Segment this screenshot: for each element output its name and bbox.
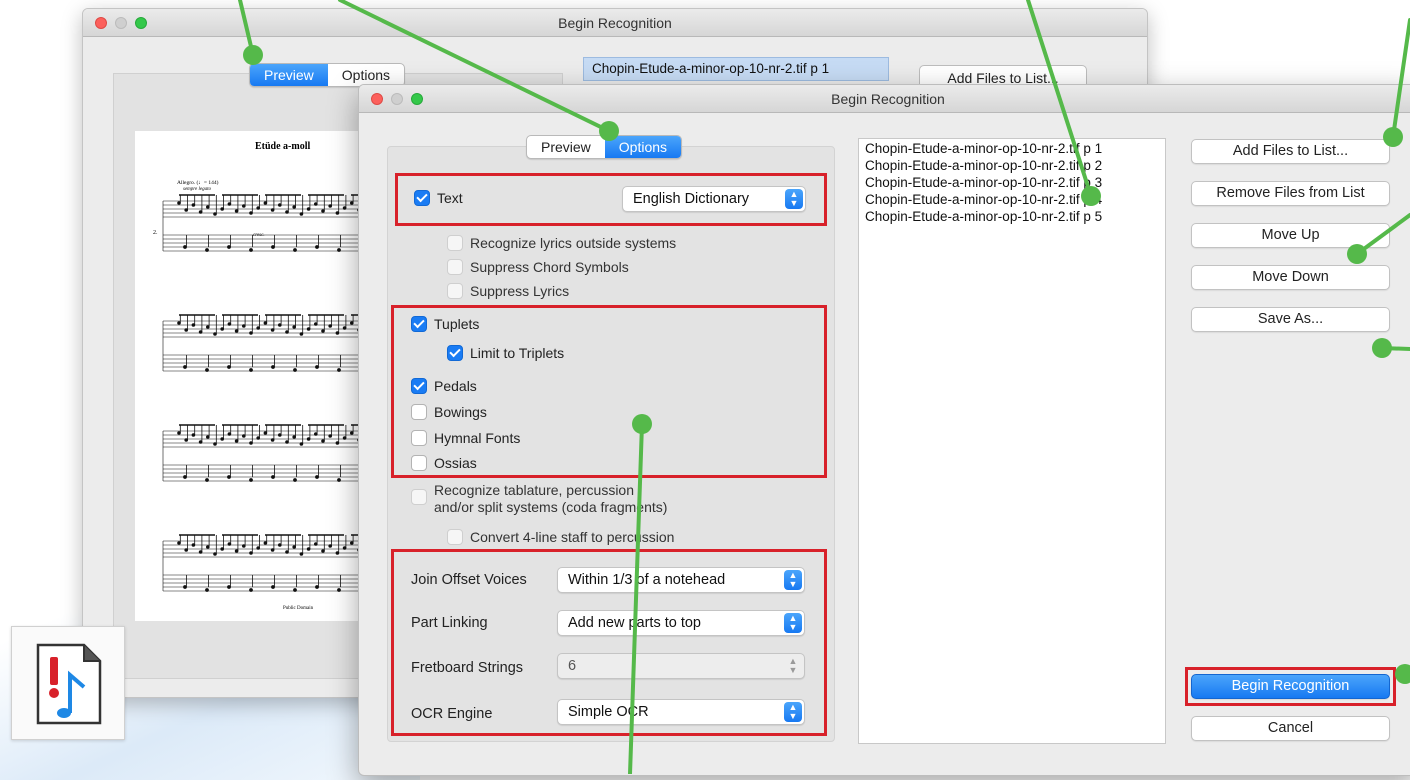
chevron-updown-icon: ▲ ▼ [788, 656, 798, 675]
cancel-button[interactable]: Cancel [1191, 716, 1390, 741]
checkbox-icon[interactable] [447, 529, 463, 545]
checkbox-icon[interactable] [411, 489, 427, 505]
front-window: Begin Recognition Preview Options Text E… [358, 84, 1410, 776]
suppress-chord-symbols-checkbox[interactable]: Suppress Chord Symbols [447, 259, 629, 275]
checkbox-icon[interactable] [411, 430, 427, 446]
checkbox-icon[interactable] [447, 345, 463, 361]
front-traffic-lights [371, 93, 423, 105]
front-tab-control: Preview Options [526, 135, 683, 159]
tuplets-checkbox[interactable]: Tuplets [411, 316, 479, 332]
minimize-icon[interactable] [391, 93, 403, 105]
suppress-chord-symbols-label: Suppress Chord Symbols [470, 259, 629, 275]
zoom-icon[interactable] [135, 17, 147, 29]
recognize-lyrics-checkbox[interactable]: Recognize lyrics outside systems [447, 235, 676, 251]
checkbox-icon[interactable] [414, 190, 430, 206]
checkbox-icon[interactable] [411, 455, 427, 471]
minimize-icon[interactable] [115, 17, 127, 29]
text-checkbox[interactable]: Text [414, 190, 463, 206]
list-item[interactable]: Chopin-Etude-a-minor-op-10-nr-2.tif p 4 [859, 191, 1165, 208]
convert-staff-label: Convert 4-line staff to percussion [470, 529, 675, 545]
hymnal-fonts-checkbox[interactable]: Hymnal Fonts [411, 430, 520, 446]
bowings-checkbox[interactable]: Bowings [411, 404, 487, 420]
move-down-button[interactable]: Move Down [1191, 265, 1390, 290]
join-offset-voices-select[interactable]: Within 1/3 of a notehead ▲ ▼ [557, 567, 805, 593]
move-up-button[interactable]: Move Up [1191, 223, 1390, 248]
hymnal-fonts-label: Hymnal Fonts [434, 430, 521, 446]
text-label: Text [437, 190, 463, 206]
score-title: Etüde a-moll [255, 141, 311, 152]
part-linking-value: Add new parts to top [568, 615, 701, 631]
score-dynamic: cresc. [253, 233, 265, 238]
chevron-updown-icon: ▲ ▼ [785, 189, 803, 209]
checkbox-icon[interactable] [447, 259, 463, 275]
list-item[interactable]: Chopin-Etude-a-minor-op-10-nr-2.tif p 2 [859, 157, 1165, 174]
bowings-label: Bowings [434, 404, 487, 420]
dictionary-select[interactable]: English Dictionary ▲ ▼ [622, 186, 806, 212]
limit-to-triplets-label: Limit to Triplets [470, 345, 565, 361]
chevron-updown-icon: ▲ ▼ [784, 613, 802, 633]
join-offset-voices-value: Within 1/3 of a notehead [568, 572, 726, 588]
close-icon[interactable] [371, 93, 383, 105]
score-footer: Public Domain [283, 606, 314, 611]
tab-preview[interactable]: Preview [527, 136, 605, 158]
remove-files-button[interactable]: Remove Files from List [1191, 181, 1390, 206]
checkbox-icon[interactable] [447, 235, 463, 251]
suppress-lyrics-checkbox[interactable]: Suppress Lyrics [447, 283, 569, 299]
zoom-icon[interactable] [411, 93, 423, 105]
tuplets-label: Tuplets [434, 316, 480, 332]
suppress-lyrics-label: Suppress Lyrics [470, 283, 570, 299]
front-window-titlebar: Begin Recognition [359, 85, 1410, 113]
checkbox-icon[interactable] [411, 316, 427, 332]
part-linking-select[interactable]: Add new parts to top ▲ ▼ [557, 610, 805, 636]
tablature-label: Recognize tablature, percussion and/or s… [434, 482, 667, 516]
list-item[interactable]: Chopin-Etude-a-minor-op-10-nr-2.tif p 5 [859, 208, 1165, 225]
score-expression: sempre legato [183, 187, 212, 192]
file-list[interactable]: Chopin-Etude-a-minor-op-10-nr-2.tif p 1C… [858, 138, 1166, 744]
dictionary-value: English Dictionary [633, 191, 750, 207]
music-document-icon [11, 626, 125, 740]
fretboard-strings-value: 6 [568, 658, 577, 674]
tab-options[interactable]: Options [604, 136, 682, 158]
ossias-checkbox[interactable]: Ossias [411, 455, 477, 471]
limit-to-triplets-checkbox[interactable]: Limit to Triplets [447, 345, 564, 361]
ocr-engine-select[interactable]: Simple OCR ▲ ▼ [557, 699, 805, 725]
ocr-engine-value: Simple OCR [568, 704, 649, 720]
back-window-titlebar: Begin Recognition [83, 9, 1147, 37]
recognize-lyrics-label: Recognize lyrics outside systems [470, 235, 677, 251]
score-number: 2. [153, 230, 158, 236]
fretboard-strings-label: Fretboard Strings [411, 660, 524, 676]
convert-staff-checkbox[interactable]: Convert 4-line staff to percussion [447, 529, 674, 545]
ocr-engine-label: OCR Engine [411, 706, 493, 722]
begin-recognition-button[interactable]: Begin Recognition [1191, 674, 1390, 699]
back-traffic-lights [95, 17, 147, 29]
add-files-button[interactable]: Add Files to List... [1191, 139, 1390, 164]
chevron-updown-icon: ▲ ▼ [784, 702, 802, 722]
score-tempo: Allegro. (♩= 144) [177, 179, 219, 186]
front-window-title: Begin Recognition [831, 91, 945, 107]
join-offset-voices-label: Join Offset Voices [411, 572, 527, 588]
checkbox-icon[interactable] [411, 404, 427, 420]
part-linking-label: Part Linking [411, 615, 488, 631]
tab-options[interactable]: Options [328, 64, 404, 86]
back-file-item[interactable]: Chopin-Etude-a-minor-op-10-nr-2.tif p 1 [583, 57, 889, 81]
sheet-music-image: Etüde a-moll Allegro. (♩= 144) sempre le… [153, 141, 395, 611]
tab-preview[interactable]: Preview [250, 64, 328, 86]
list-item[interactable]: Chopin-Etude-a-minor-op-10-nr-2.tif p 1 [859, 140, 1165, 157]
pedals-label: Pedals [434, 378, 477, 394]
tablature-label-line1: Recognize tablature, percussion [434, 482, 635, 498]
save-as-button[interactable]: Save As... [1191, 307, 1390, 332]
tablature-checkbox[interactable]: Recognize tablature, percussion and/or s… [411, 482, 667, 516]
ossias-label: Ossias [434, 455, 477, 471]
checkbox-icon[interactable] [411, 378, 427, 394]
chevron-updown-icon: ▲ ▼ [784, 570, 802, 590]
checkbox-icon[interactable] [447, 283, 463, 299]
back-window-title: Begin Recognition [558, 15, 672, 31]
score-preview: Etüde a-moll Allegro. (♩= 144) sempre le… [135, 131, 395, 621]
close-icon[interactable] [95, 17, 107, 29]
tablature-label-line2: and/or split systems (coda fragments) [434, 499, 668, 515]
pedals-checkbox[interactable]: Pedals [411, 378, 477, 394]
fretboard-strings-select[interactable]: 6 ▲ ▼ [557, 653, 805, 679]
list-item[interactable]: Chopin-Etude-a-minor-op-10-nr-2.tif p 3 [859, 174, 1165, 191]
